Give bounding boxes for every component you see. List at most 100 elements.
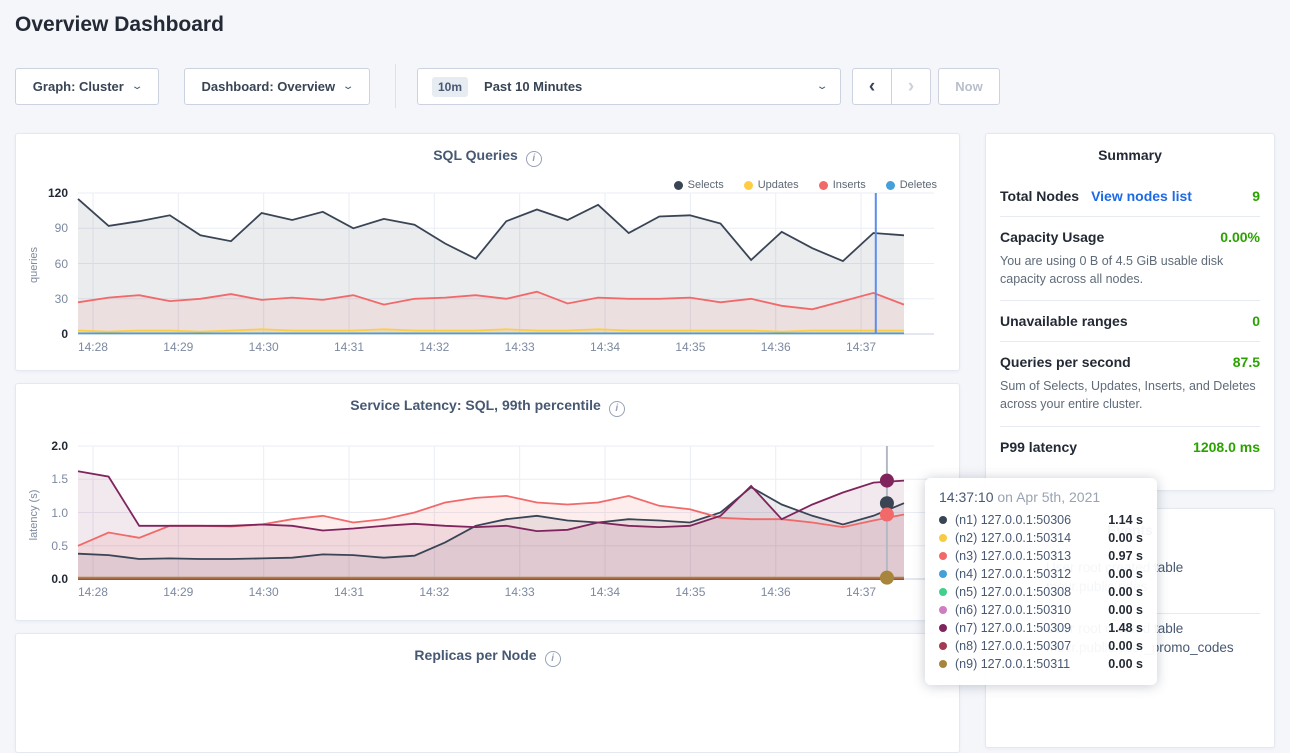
toolbar-divider [395, 64, 396, 108]
summary-row: Capacity Usage0.00%You are using 0 B of … [1000, 216, 1260, 300]
x-tick-label: 14:30 [249, 585, 279, 599]
x-tick-label: 14:28 [78, 585, 108, 599]
y-tick-label: 30 [31, 292, 68, 306]
summary-row: P99 latency 1208.0 ms [1000, 426, 1260, 467]
summary-label: Total Nodes [1000, 188, 1079, 204]
summary-value: 1208.0 ms [1193, 439, 1260, 455]
node-address: (n3) 127.0.0.1:50313 [955, 549, 1071, 563]
y-tick-label: 60 [31, 257, 68, 271]
node-latency-value: 0.00 s [1108, 531, 1143, 545]
summary-label: Unavailable ranges [1000, 313, 1128, 329]
tooltip-node-row: (n3) 127.0.0.1:50313 0.97 s [939, 547, 1143, 565]
y-tick-label: 90 [31, 221, 68, 235]
y-tick-label: 1.0 [31, 506, 68, 520]
info-icon[interactable]: i [545, 651, 561, 667]
legend-label: Updates [758, 179, 799, 191]
sql-queries-panel: SQL Queries i Selects Updates Inserts Delete… [15, 133, 960, 371]
y-tick-label: 2.0 [31, 439, 68, 453]
summary-row: Queries per second87.5Sum of Selects, Up… [1000, 341, 1260, 425]
service-latency-chart[interactable]: 2.01.51.00.50.014:2814:2914:3014:3114:32… [31, 446, 949, 608]
tooltip-timestamp: 14:37:10 on Apr 5th, 2021 [939, 489, 1143, 505]
x-tick-label: 14:33 [505, 585, 535, 599]
chart-title-text: SQL Queries [433, 147, 518, 163]
hover-point-dot [880, 507, 894, 521]
view-nodes-list-link[interactable]: View nodes list [1091, 188, 1192, 204]
tooltip-node-row: (n2) 127.0.0.1:50314 0.00 s [939, 529, 1143, 547]
summary-label: Capacity Usage [1000, 229, 1104, 245]
y-tick-label: 1.5 [31, 472, 68, 486]
node-latency-value: 0.00 s [1108, 657, 1143, 671]
node-latency-value: 0.00 s [1108, 585, 1143, 599]
dashboard-dropdown[interactable]: Dashboard: Overview ⌄ [184, 68, 370, 105]
tooltip-time: 14:37:10 [939, 489, 994, 505]
x-tick-label: 14:29 [163, 340, 193, 354]
x-tick-label: 14:31 [334, 340, 364, 354]
service-latency-panel: Service Latency: SQL, 99th percentilei l… [15, 383, 960, 621]
x-tick-label: 14:29 [163, 585, 193, 599]
replicas-per-node-panel: Replicas per Nodei [15, 633, 960, 753]
graph-dropdown[interactable]: Graph: Cluster ⌄ [15, 68, 159, 105]
time-now-button[interactable]: Now [938, 68, 1000, 105]
chart-plot-area[interactable] [78, 446, 934, 579]
legend-item-updates[interactable]: Updates [744, 179, 799, 191]
tooltip-date: on Apr 5th, 2021 [997, 489, 1100, 505]
tooltip-node-row: (n8) 127.0.0.1:50307 0.00 s [939, 637, 1143, 655]
node-address: (n8) 127.0.0.1:50307 [955, 639, 1071, 653]
node-address: (n2) 127.0.0.1:50314 [955, 531, 1071, 545]
node-address: (n5) 127.0.0.1:50308 [955, 585, 1071, 599]
y-tick-label: 0 [31, 327, 68, 341]
node-latency-value: 0.00 s [1108, 639, 1143, 653]
chevron-down-icon: ⌄ [816, 81, 829, 92]
y-tick-label: 120 [31, 186, 68, 200]
x-tick-label: 14:37 [846, 340, 876, 354]
node-latency-value: 0.97 s [1108, 549, 1143, 563]
hover-point-dot [880, 571, 894, 585]
node-address: (n9) 127.0.0.1:50311 [955, 657, 1070, 671]
legend-dot [744, 181, 753, 190]
x-tick-label: 14:35 [675, 340, 705, 354]
info-icon[interactable]: i [609, 401, 625, 417]
summary-value: 87.5 [1233, 354, 1260, 370]
tooltip-node-row: (n1) 127.0.0.1:50306 1.14 s [939, 511, 1143, 529]
node-latency-value: 1.14 s [1108, 513, 1143, 527]
summary-row: Total NodesView nodes list9 [1000, 176, 1260, 216]
x-tick-label: 14:37 [846, 585, 876, 599]
legend-item-inserts[interactable]: Inserts [819, 179, 866, 191]
chart-title: Replicas per Nodei [16, 647, 959, 667]
hover-point-dot [880, 474, 894, 488]
summary-label: P99 latency [1000, 439, 1077, 455]
summary-row: Unavailable ranges0 [1000, 300, 1260, 341]
graph-dropdown-label: Graph: Cluster [33, 79, 124, 94]
summary-subtext: Sum of Selects, Updates, Inserts, and De… [1000, 377, 1260, 413]
legend-item-deletes[interactable]: Deletes [886, 179, 937, 191]
tooltip-node-row: (n9) 127.0.0.1:50311 0.00 s [939, 655, 1143, 673]
node-address: (n1) 127.0.0.1:50306 [955, 513, 1071, 527]
x-tick-label: 14:32 [419, 340, 449, 354]
info-icon[interactable]: i [526, 151, 542, 167]
summary-value: 0.00% [1220, 229, 1260, 245]
node-color-dot [939, 624, 947, 632]
time-next-button[interactable]: › [891, 68, 931, 105]
summary-title: Summary [986, 147, 1274, 163]
chart-plot-area[interactable] [78, 193, 934, 334]
node-latency-value: 1.48 s [1108, 621, 1143, 635]
chart-title: SQL Queries i [16, 147, 959, 167]
legend-item-selects[interactable]: Selects [674, 179, 724, 191]
x-tick-label: 14:36 [761, 585, 791, 599]
chevron-down-icon: ⌄ [342, 81, 355, 92]
summary-panel: Summary Total NodesView nodes list9Capac… [985, 133, 1275, 491]
time-prev-button[interactable]: ‹ [852, 68, 892, 105]
legend-dot [674, 181, 683, 190]
tooltip-node-row: (n7) 127.0.0.1:50309 1.48 s [939, 619, 1143, 637]
tooltip-node-row: (n4) 127.0.0.1:503120.00 s [939, 565, 1143, 583]
time-range-dropdown[interactable]: 10m Past 10 Minutes ⌄ [417, 68, 841, 105]
overview-dashboard-page: { "page": {"title": "Overview Dashboard"… [0, 0, 1290, 689]
page-title: Overview Dashboard [15, 13, 224, 37]
tooltip-node-row: (n5) 127.0.0.1:50308 0.00 s [939, 583, 1143, 601]
node-address: (n7) 127.0.0.1:50309 [955, 621, 1071, 635]
sql-queries-chart[interactable]: 120906030014:2814:2914:3014:3114:3214:33… [31, 193, 949, 363]
y-tick-label: 0.0 [31, 572, 68, 586]
y-tick-label: 0.5 [31, 539, 68, 553]
node-color-dot [939, 552, 947, 560]
chart-title-text: Service Latency: SQL, 99th percentile [350, 397, 601, 413]
